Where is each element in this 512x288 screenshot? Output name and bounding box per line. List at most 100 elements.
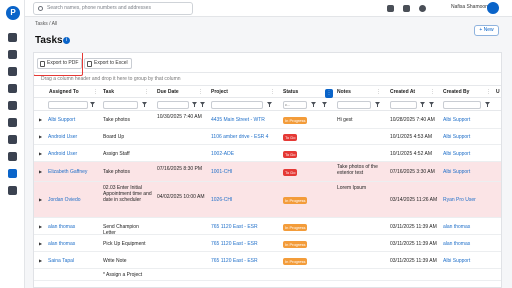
users-icon[interactable] <box>8 169 17 178</box>
assigned-to-cell[interactable]: Android User <box>48 134 77 140</box>
project-cell[interactable]: 765 1120 East - ESR <box>211 224 258 230</box>
expand-arrow-icon[interactable]: ▶ <box>39 169 42 174</box>
export-pdf-button[interactable]: Export to PDF <box>37 58 83 69</box>
table-row[interactable]: ▶ alan thomas Send Champion Letter 765 1120… <box>34 218 501 236</box>
col-created-by[interactable]: Created By <box>443 89 469 95</box>
project-cell[interactable]: 1026-CHI <box>211 197 232 203</box>
col-menu-icon[interactable]: ⋮ <box>486 89 491 95</box>
table-row[interactable]: ▶ alan thomas Pick Up Equipment 765 1120 Ea… <box>34 235 501 252</box>
table-row[interactable]: ▶ Android User Assign Staff 1002-ADE To Do 10… <box>34 145 501 162</box>
clock-icon[interactable] <box>419 5 426 12</box>
col-menu-icon[interactable]: ⋮ <box>430 89 435 95</box>
project-cell[interactable]: 4435 Main Street - WTR <box>211 117 265 123</box>
new-button[interactable]: + New <box>474 25 499 36</box>
created-by-cell[interactable]: Albi Support <box>443 258 470 264</box>
filter-icon[interactable] <box>311 102 316 107</box>
info-icon[interactable]: i <box>63 37 70 44</box>
created-by-cell[interactable]: Albi Support <box>443 169 470 175</box>
filter-icon[interactable] <box>375 102 380 107</box>
expand-arrow-icon[interactable]: ▶ <box>39 241 42 246</box>
filter-createdby-input[interactable] <box>443 101 481 109</box>
handshake-icon[interactable] <box>8 101 17 110</box>
chat-icon[interactable] <box>387 5 394 12</box>
app-logo[interactable]: P <box>6 6 20 20</box>
project-cell[interactable]: 1106 amber drive - ESR 4 <box>211 134 268 140</box>
col-project[interactable]: Project <box>211 89 228 95</box>
col-assigned[interactable]: Assigned To <box>49 89 79 95</box>
table-row[interactable]: ▶ Saina Tapal Write Note 765 1120 East - ES… <box>34 252 501 269</box>
bell-icon[interactable] <box>403 5 410 12</box>
info-icon[interactable] <box>8 33 17 42</box>
filter-assigned-input[interactable] <box>48 101 88 109</box>
briefcase-icon[interactable] <box>8 50 17 59</box>
folder-icon[interactable] <box>8 135 17 144</box>
tasks-grid: Export to PDF Export to Excel Drag a col… <box>33 52 502 288</box>
filter-due-input[interactable] <box>157 101 189 109</box>
col-status[interactable]: Status <box>283 89 298 95</box>
filter-icon[interactable] <box>322 102 327 107</box>
project-cell[interactable]: 1001-CHI <box>211 169 232 175</box>
filter-icon[interactable] <box>90 102 95 107</box>
filter-icon[interactable] <box>267 102 272 107</box>
col-menu-icon-active[interactable]: ⋮ <box>325 89 333 98</box>
expand-arrow-icon[interactable]: ▶ <box>39 197 42 202</box>
filter-status-input[interactable]: c... <box>283 101 307 109</box>
group-panel[interactable]: Drag a column header and drop it here to… <box>34 73 501 86</box>
assigned-to-cell[interactable]: alan thomas <box>48 241 75 247</box>
filter-task-input[interactable] <box>103 101 138 109</box>
avatar[interactable] <box>487 2 499 14</box>
filter-created-input[interactable] <box>390 101 417 109</box>
filter-icon[interactable] <box>200 102 205 107</box>
project-cell[interactable]: 1002-ADE <box>211 151 234 157</box>
project-cell[interactable]: 765 1120 East - ESR <box>211 258 258 264</box>
created-by-cell[interactable]: alan thomas <box>443 241 470 247</box>
search-input[interactable]: Search names, phone numbers and addresse… <box>33 2 193 15</box>
col-created-at[interactable]: Created At <box>390 89 415 95</box>
assigned-to-cell[interactable]: alan thomas <box>48 224 75 230</box>
table-row[interactable]: ▶ Jordan Oviedo 02.03 Enter Initial Appoin… <box>34 182 501 218</box>
expand-arrow-icon[interactable]: ▶ <box>39 258 42 263</box>
filter-icon[interactable] <box>142 102 147 107</box>
col-menu-icon[interactable]: ⋮ <box>93 89 98 95</box>
expand-arrow-icon[interactable]: ▶ <box>39 134 42 139</box>
table-row[interactable]: * Assign a Project <box>34 269 501 281</box>
phone-icon[interactable] <box>8 118 17 127</box>
col-menu-icon[interactable]: ⋮ <box>144 89 149 95</box>
col-u[interactable]: U <box>496 89 500 95</box>
created-by-cell[interactable]: Albi Support <box>443 117 470 123</box>
filter-icon[interactable] <box>485 102 490 107</box>
calendar-icon[interactable] <box>192 102 197 107</box>
created-by-cell[interactable]: Ryan Pro User <box>443 197 476 203</box>
truck-icon[interactable] <box>8 152 17 161</box>
col-notes[interactable]: Notes <box>337 89 351 95</box>
col-menu-icon[interactable]: ⋮ <box>270 89 275 95</box>
user-name[interactable]: Nafisa Shamoon <box>451 4 488 10</box>
filter-notes-input[interactable] <box>337 101 371 109</box>
gear-icon[interactable] <box>8 186 17 195</box>
calendar-icon[interactable] <box>8 67 17 76</box>
table-row[interactable]: ▶ Android User Board Up 1106 amber drive - … <box>34 129 501 145</box>
calendar-icon[interactable] <box>420 102 425 107</box>
table-row[interactable]: ▶ Albi Support Take photos 10/30/2025 7:40 … <box>34 111 501 129</box>
created-by-cell[interactable]: Albi Support <box>443 134 470 140</box>
project-cell[interactable]: 765 1120 East - ESR <box>211 241 258 247</box>
created-by-cell[interactable]: Albi Support <box>443 151 470 157</box>
expand-arrow-icon[interactable]: ▶ <box>39 224 42 229</box>
assigned-to-cell[interactable]: Saina Tapal <box>48 258 74 264</box>
export-excel-button[interactable]: Export to Excel <box>84 58 132 69</box>
map-icon[interactable] <box>8 84 17 93</box>
assigned-to-cell[interactable]: Albi Support <box>48 117 75 123</box>
table-row[interactable]: ▶ Elizabeth Gaffney Take photos 07/16/2025 … <box>34 162 501 182</box>
col-menu-icon[interactable]: ⋮ <box>376 89 381 95</box>
expand-arrow-icon[interactable]: ▶ <box>39 151 42 156</box>
assigned-to-cell[interactable]: Elizabeth Gaffney <box>48 169 87 175</box>
filter-icon[interactable] <box>429 102 434 107</box>
col-menu-icon[interactable]: ⋮ <box>198 89 203 95</box>
created-by-cell[interactable]: alan thomas <box>443 224 470 230</box>
assigned-to-cell[interactable]: Jordan Oviedo <box>48 197 81 203</box>
expand-arrow-icon[interactable]: ▶ <box>39 117 42 122</box>
col-due[interactable]: Due Date <box>157 89 179 95</box>
assigned-to-cell[interactable]: Android User <box>48 151 77 157</box>
col-task[interactable]: Task <box>103 89 114 95</box>
filter-project-input[interactable] <box>211 101 263 109</box>
